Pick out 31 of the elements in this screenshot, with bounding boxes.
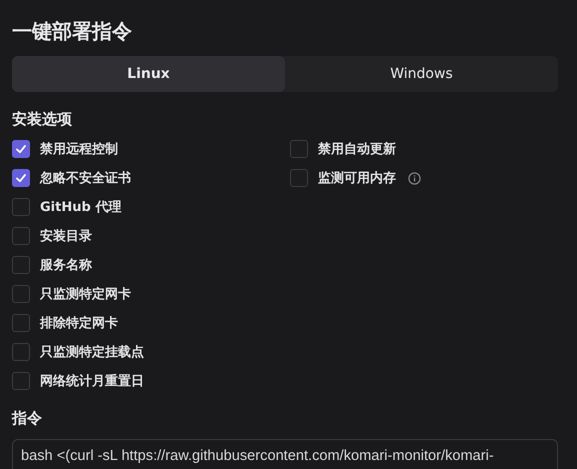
info-icon[interactable]: [408, 172, 421, 184]
checkbox[interactable]: [12, 343, 30, 361]
checkbox[interactable]: [12, 169, 30, 187]
checkbox[interactable]: [12, 140, 30, 158]
checkbox[interactable]: [12, 285, 30, 303]
option-label: 禁用自动更新: [318, 140, 396, 158]
check-icon: [15, 172, 27, 184]
option-label: 只监测特定网卡: [40, 286, 131, 303]
tab[interactable]: Linux: [12, 56, 285, 92]
checkbox[interactable]: [12, 198, 30, 216]
checkbox[interactable]: [290, 169, 308, 187]
checkbox[interactable]: [12, 256, 30, 274]
command-field[interactable]: bash <(curl -sL https://raw.githubusercontent.com/komari-monitor/komari-: [12, 439, 558, 469]
tab[interactable]: Windows: [285, 56, 558, 92]
checkbox[interactable]: [290, 140, 308, 158]
option-label: 网络统计月重置日: [40, 372, 144, 390]
option-label: 排除特定网卡: [40, 314, 118, 332]
page-title: 一键部署指令: [12, 18, 133, 45]
option-label: 只监测特定挂载点: [40, 344, 144, 361]
option-label: GitHub 代理: [40, 199, 122, 216]
checkbox[interactable]: [12, 227, 30, 245]
checkbox[interactable]: [12, 372, 30, 390]
checkbox[interactable]: [12, 314, 30, 332]
section-heading: 安装选项: [12, 109, 73, 130]
option-label: 忽略不安全证书: [40, 170, 131, 187]
option-label: 禁用远程控制: [40, 141, 118, 158]
option-label: 监测可用内存: [318, 170, 396, 187]
option-label: 服务名称: [40, 257, 92, 274]
check-icon: [15, 143, 27, 155]
section-heading: 指令: [12, 408, 43, 429]
option-label: 安装目录: [40, 228, 92, 245]
